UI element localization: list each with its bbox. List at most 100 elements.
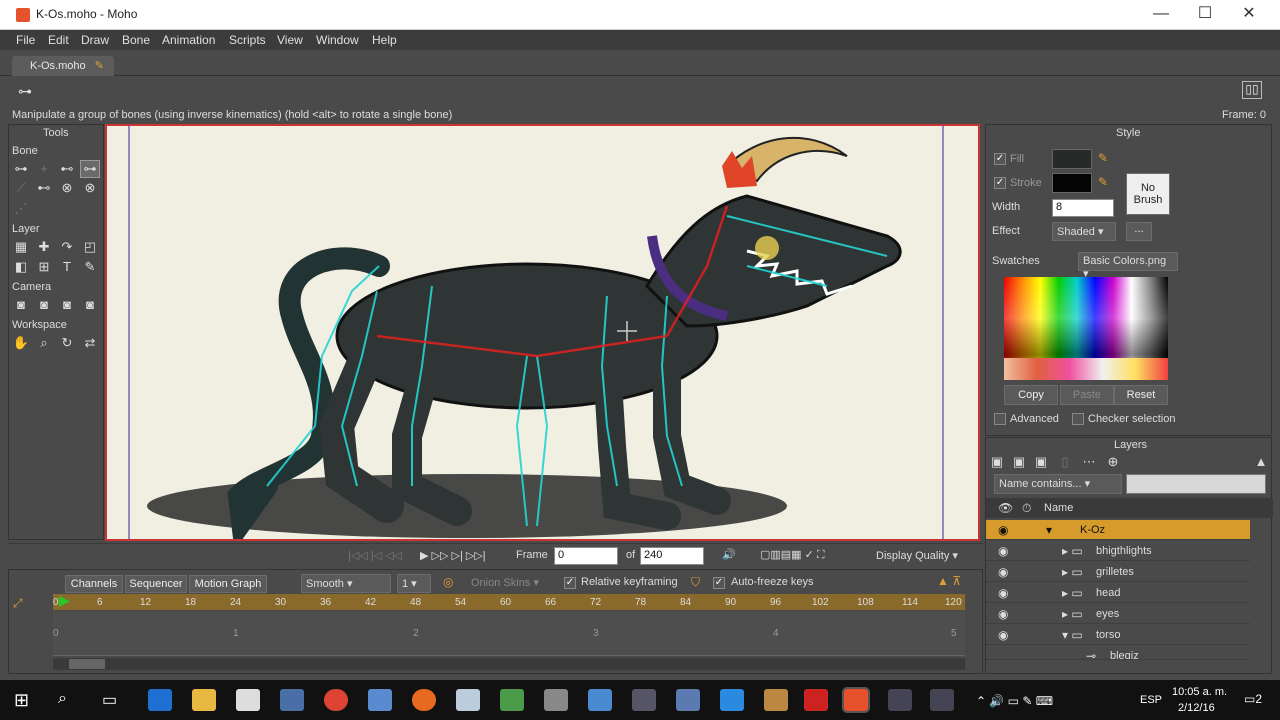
rewind-button[interactable]: |◁◁ |◁ ◁◁ (348, 549, 402, 562)
fill-color-swatch[interactable] (1052, 149, 1092, 169)
text-tool-icon[interactable]: T (58, 259, 76, 275)
set-origin-icon[interactable]: ▦ (12, 239, 30, 255)
expand-icon[interactable]: ▸ ▭ (1062, 607, 1083, 621)
expand-icon[interactable]: ▸ ▭ (1062, 586, 1083, 600)
tab-channels[interactable]: Channels (65, 575, 123, 593)
hand-pan-icon[interactable]: ✋ (12, 335, 30, 351)
shear-layer-icon[interactable]: ◰ (81, 239, 99, 255)
start-icon[interactable]: ⊞ (14, 690, 29, 711)
notification-icon[interactable]: ▭2 (1244, 692, 1262, 706)
auto-freeze-icon[interactable]: ⛉ (691, 575, 700, 590)
onion-skin-icon[interactable]: ◎ (443, 575, 453, 589)
translate-layer-icon[interactable]: ✚ (35, 239, 53, 255)
eye-icon[interactable]: ◉ (998, 628, 1008, 642)
translate-bone-icon[interactable]: + (35, 161, 53, 177)
dog-character-drawing[interactable] (107, 126, 978, 539)
bind-layer-icon[interactable]: ⊗ (58, 180, 76, 196)
view-layout-icon[interactable]: ▢▥▤▦ ✓ ⛶ (760, 548, 825, 562)
layer-settings-icon[interactable]: ▣ (1032, 454, 1050, 470)
audio-icon[interactable]: 🔊 (722, 548, 736, 561)
eye-icon[interactable]: ◉ (998, 523, 1008, 537)
zoom-camera-icon[interactable]: ◙ (35, 297, 53, 313)
search-icon[interactable]: ⌕ (58, 690, 67, 708)
menu-draw[interactable]: Draw (81, 33, 109, 47)
reset-button[interactable]: Reset (1114, 385, 1168, 405)
menu-animation[interactable]: Animation (162, 33, 215, 47)
file-explorer-icon[interactable] (192, 689, 216, 711)
menu-file[interactable]: File (16, 33, 35, 47)
menu-help[interactable]: Help (372, 33, 397, 47)
rotate-layer-icon[interactable]: ↷ (58, 239, 76, 255)
tab-motion-graph[interactable]: Motion Graph (189, 575, 267, 593)
maximize-button[interactable]: ☐ (1190, 4, 1220, 26)
manipulate-bones-icon[interactable]: ⊶ (80, 160, 100, 178)
reparent-bone-icon[interactable]: ⟋ (12, 180, 30, 196)
display-quality-dropdown[interactable]: Display Quality ▾ (876, 549, 958, 562)
layer-row[interactable]: ◉ ▸ ▭ grilletes (986, 562, 1250, 582)
brush-tool-icon[interactable]: ✎ (81, 259, 99, 275)
expand-timeline-icon[interactable]: ⤢ (13, 596, 23, 611)
timeline-scroll-thumb[interactable] (69, 659, 105, 669)
layer-row[interactable]: ◉ ▸ ▭ eyes (986, 604, 1250, 624)
layer-actions-icon[interactable]: ⊕ (1104, 454, 1122, 470)
help-book-icon[interactable]: ▯▯ (1242, 81, 1262, 99)
scale-layer-icon[interactable]: ⊞ (35, 259, 53, 275)
app-icon[interactable] (676, 689, 700, 711)
clock-date[interactable]: 2/12/16 (1178, 702, 1215, 714)
app-icon[interactable] (456, 689, 480, 711)
onion-skins-dropdown[interactable]: Onion Skins ▾ (471, 576, 539, 589)
eye-icon[interactable]: ◉ (998, 586, 1008, 600)
task-view-icon[interactable]: ▭ (102, 690, 117, 710)
app-icon[interactable] (632, 689, 656, 711)
layer-row[interactable]: ◉ ▸ ▭ head (986, 583, 1250, 603)
color-swatch-grid[interactable] (1004, 277, 1168, 380)
menu-edit[interactable]: Edit (48, 33, 69, 47)
fill-eyedropper-icon[interactable]: ✎ (1098, 151, 1108, 165)
edge-icon[interactable] (148, 689, 172, 711)
stroke-checkbox[interactable]: ✓ (994, 177, 1006, 189)
app-icon[interactable] (764, 689, 788, 711)
fill-checkbox[interactable]: ✓ (994, 153, 1006, 165)
rotate-workspace-icon[interactable]: ↻ (58, 335, 76, 351)
tray-icons[interactable]: ⌃ 🔊 ▭ ✎ ⌨ (976, 694, 1053, 708)
offset-bone-icon[interactable]: ⋰ (12, 201, 30, 217)
total-frames-input[interactable]: 240 (640, 547, 704, 565)
interp-count-dropdown[interactable]: 1 ▾ (397, 574, 431, 593)
menu-bone[interactable]: Bone (122, 33, 150, 47)
app-icon[interactable] (368, 689, 392, 711)
playhead-icon[interactable]: ▶ (59, 592, 70, 609)
layer-row[interactable]: ◉ ▾ K-Oz (986, 520, 1250, 540)
duplicate-layer-icon[interactable]: ▣ (1010, 454, 1028, 470)
close-button[interactable]: ✕ (1234, 4, 1264, 26)
effect-dropdown[interactable]: Shaded ▾ (1052, 222, 1116, 241)
canvas-viewport[interactable] (105, 124, 980, 541)
no-brush-button[interactable]: No Brush (1126, 173, 1170, 215)
expand-icon[interactable]: ▸ ▭ (1062, 544, 1083, 558)
expand-icon[interactable]: ▾ (1046, 523, 1052, 537)
app-icon[interactable] (888, 689, 912, 711)
scroll-up-icon[interactable]: ▲ (1252, 454, 1270, 470)
stroke-eyedropper-icon[interactable]: ✎ (1098, 175, 1108, 189)
menu-view[interactable]: View (277, 33, 303, 47)
zoom-timeline-icon[interactable]: ▲ ⊼ (937, 574, 961, 588)
orbit-workspace-icon[interactable]: ⇄ (81, 335, 99, 351)
interpolation-dropdown[interactable]: Smooth ▾ (301, 574, 391, 593)
menu-scripts[interactable]: Scripts (229, 33, 266, 47)
keyframe-track[interactable] (53, 612, 965, 656)
track-camera-icon[interactable]: ◙ (12, 297, 30, 313)
app-icon[interactable] (588, 689, 612, 711)
advanced-checkbox[interactable] (994, 413, 1006, 425)
checker-selection-checkbox[interactable] (1072, 413, 1084, 425)
swatches-dropdown[interactable]: Basic Colors.png ▾ (1078, 252, 1178, 280)
select-bone-icon[interactable]: ⊶ (12, 161, 30, 177)
dropbox-icon[interactable] (720, 689, 744, 711)
add-bone-icon[interactable]: ⊷ (58, 161, 76, 177)
app-icon[interactable] (930, 689, 954, 711)
layer-row[interactable]: ◉ ▸ ▭ bhigthlights (986, 541, 1250, 561)
firefox-icon[interactable] (412, 689, 436, 711)
layer-filter-dropdown[interactable]: Name contains... ▾ (994, 474, 1122, 494)
moho-taskbar-icon[interactable] (842, 687, 870, 713)
auto-freeze-checkbox[interactable]: ✓ (713, 577, 725, 589)
layer-row[interactable]: ⊸ blegiz (986, 646, 1250, 660)
clock-time[interactable]: 10:05 a. m. (1172, 686, 1227, 698)
